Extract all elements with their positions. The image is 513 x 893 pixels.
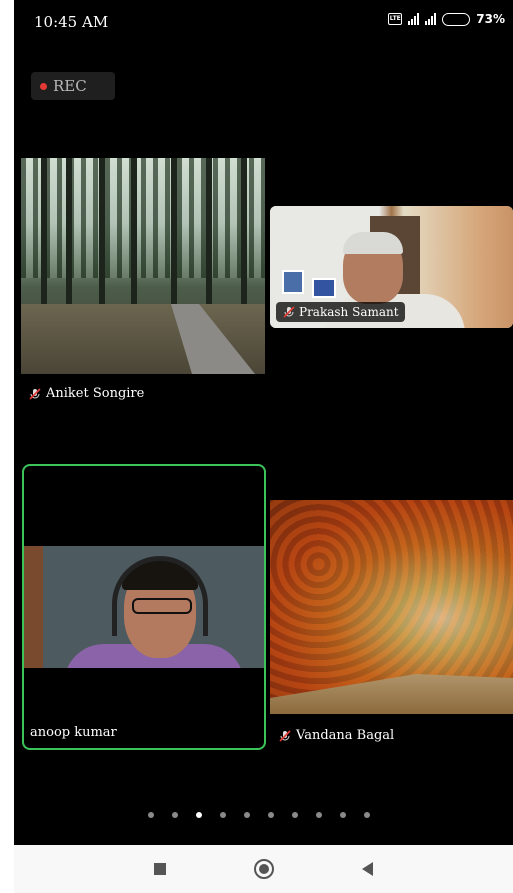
video-tile-aniket[interactable]	[21, 158, 265, 374]
participant-label-prakash: Prakash Samant	[276, 302, 405, 322]
signal-icon	[408, 13, 420, 25]
participant-name: Prakash Samant	[299, 305, 399, 319]
person-hair	[343, 232, 403, 254]
video-tile-vandana[interactable]	[270, 500, 513, 714]
home-circle-icon[interactable]	[254, 859, 274, 879]
zoom-meeting-screen: 10:45 AM LTE 73% REC Aniket Songire Prak…	[14, 0, 513, 845]
tree-trunk	[206, 158, 212, 318]
participant-label-anoop: anoop kumar	[30, 725, 117, 740]
page-dot[interactable]	[340, 812, 346, 818]
system-nav-bar	[14, 845, 513, 893]
record-dot-icon	[40, 82, 47, 90]
page-dot[interactable]	[196, 812, 202, 818]
volte-icon: LTE	[388, 13, 403, 25]
glasses	[132, 598, 192, 614]
tree-trunk	[66, 158, 72, 318]
mic-muted-icon	[29, 387, 41, 400]
tree-trunk	[131, 158, 137, 318]
page-dot[interactable]	[220, 812, 226, 818]
forest-background	[21, 158, 265, 278]
participant-name: Aniket Songire	[46, 386, 145, 401]
recording-indicator[interactable]: REC	[31, 72, 115, 100]
recents-square-icon[interactable]	[154, 863, 166, 875]
left-edge	[0, 0, 14, 893]
page-dot[interactable]	[148, 812, 154, 818]
video-tile-prakash[interactable]: Prakash Samant	[270, 206, 513, 328]
tree-trunk	[99, 158, 105, 318]
rec-label: REC	[53, 77, 87, 95]
page-dot[interactable]	[364, 812, 370, 818]
signal-icon-2	[425, 13, 437, 25]
participant-label-vandana: Vandana Bagal	[278, 728, 394, 743]
participant-name: Vandana Bagal	[296, 728, 395, 743]
status-time: 10:45 AM	[34, 13, 109, 31]
participant-label-aniket: Aniket Songire	[28, 386, 144, 401]
tree-trunk	[41, 158, 47, 318]
page-dot[interactable]	[268, 812, 274, 818]
battery-icon	[442, 12, 471, 26]
page-dot[interactable]	[244, 812, 250, 818]
mic-muted-icon	[283, 306, 295, 318]
back-triangle-icon[interactable]	[362, 862, 373, 876]
headset-icon	[112, 556, 208, 636]
page-dot[interactable]	[292, 812, 298, 818]
video-tile-anoop-active[interactable]: anoop kumar	[22, 464, 266, 750]
photo-frame	[282, 270, 304, 294]
status-icons: LTE 73%	[388, 12, 505, 26]
battery-percent: 73%	[476, 12, 505, 26]
tree-trunk	[241, 158, 247, 318]
page-dot[interactable]	[172, 812, 178, 818]
photo-frame	[312, 278, 336, 298]
page-indicator[interactable]	[148, 812, 370, 818]
mic-muted-icon	[279, 729, 291, 742]
status-bar: 10:45 AM LTE 73%	[14, 0, 513, 42]
tree-trunk	[171, 158, 177, 318]
page-dot[interactable]	[316, 812, 322, 818]
anoop-video	[24, 546, 264, 668]
